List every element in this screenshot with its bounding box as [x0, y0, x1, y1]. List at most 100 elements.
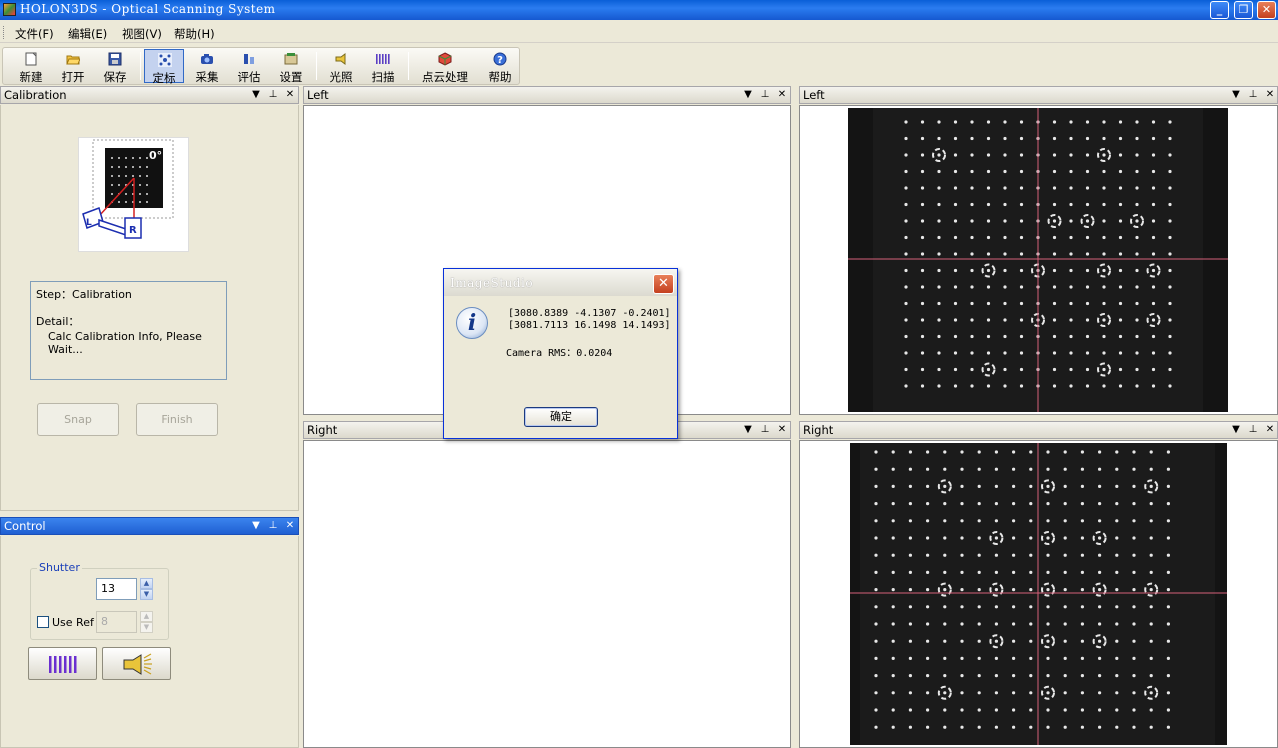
finish-button[interactable]: Finish — [136, 403, 218, 436]
left-top-view-title: Left — [307, 88, 329, 102]
calibration-status-box: Step：Calibration Detail： Calc Calibratio… — [30, 281, 227, 380]
dropdown-icon[interactable]: ▼ — [1230, 87, 1242, 103]
left-bottom-view — [303, 440, 791, 748]
menu-edit[interactable]: 编辑(E) — [68, 26, 107, 42]
help-icon: ? — [493, 52, 507, 66]
control-panel-header: Control ▼ ⊥ ✕ — [0, 517, 299, 535]
dialog-title-bar: ImageStudio ✕ — [444, 269, 677, 296]
use-ref-checkbox[interactable] — [37, 616, 49, 628]
close-icon[interactable]: ✕ — [776, 87, 788, 103]
toolbar-open-button[interactable]: 打开 — [53, 49, 93, 84]
menu-view[interactable]: 视图(V) — [122, 26, 162, 42]
projector-light-icon — [123, 653, 152, 675]
left-camera-label: L — [86, 218, 92, 228]
right-bottom-view-header: Right ▼ ⊥ ✕ — [799, 421, 1278, 439]
settings-icon — [284, 52, 298, 66]
detail-text: Calc Calibration Info, Please Wait... — [48, 330, 202, 356]
control-panel-title: Control — [4, 519, 46, 533]
pin-icon[interactable]: ⊥ — [759, 422, 771, 438]
toolbar-calibration-button[interactable]: 定标 — [144, 49, 184, 85]
toolbar-settings-button[interactable]: 设置 — [271, 49, 311, 84]
app-icon — [3, 3, 16, 16]
pin-icon[interactable]: ⊥ — [1247, 422, 1259, 438]
dialog-line2: [3081.7113 16.1498 14.1493] — [508, 320, 671, 331]
ref-down-icon[interactable]: ▼ — [140, 622, 153, 633]
toolbar-separator — [316, 52, 317, 80]
toolbar-new-button[interactable]: 新建 — [11, 49, 51, 84]
toolbar-label: 打开 — [61, 70, 85, 84]
camera-capture-icon — [200, 52, 214, 66]
toolbar-label: 新建 — [19, 70, 43, 84]
toolbar-light-button[interactable]: 光照 — [321, 49, 361, 84]
dropdown-icon[interactable]: ▼ — [1230, 422, 1242, 438]
right-camera-label: R — [129, 225, 137, 236]
right-top-view-header: Left ▼ ⊥ ✕ — [799, 86, 1278, 104]
toolbar-evaluate-button[interactable]: 评估 — [229, 49, 269, 84]
toolbar-help-button[interactable]: ? 帮助 — [480, 49, 520, 84]
dropdown-icon[interactable]: ▼ — [742, 422, 754, 438]
close-button[interactable]: ✕ — [1257, 1, 1276, 19]
pin-icon[interactable]: ⊥ — [267, 518, 279, 534]
dialog-ok-button[interactable]: 确定 — [524, 407, 598, 427]
detail-label: Detail： — [36, 315, 80, 328]
open-folder-icon — [66, 52, 81, 66]
pin-icon[interactable]: ⊥ — [1247, 87, 1259, 103]
dialog-title: ImageStudio — [450, 276, 534, 290]
toolbar-point-cloud-button[interactable]: 点云处理 — [416, 49, 474, 84]
svg-text:?: ? — [497, 55, 503, 66]
close-icon[interactable]: ✕ — [776, 422, 788, 438]
dropdown-icon[interactable]: ▼ — [742, 87, 754, 103]
dropdown-icon[interactable]: ▼ — [250, 518, 262, 534]
menu-file[interactable]: 文件(F) — [15, 26, 54, 42]
shutter-up-icon[interactable]: ▲ — [140, 578, 153, 589]
toolbar-capture-button[interactable]: 采集 — [187, 49, 227, 84]
shutter-group-label: Shutter — [37, 561, 82, 574]
right-top-view-title: Left — [803, 88, 825, 102]
dialog-close-icon[interactable]: ✕ — [653, 274, 674, 294]
new-file-icon — [24, 52, 38, 66]
toolbar-label: 扫描 — [371, 70, 395, 84]
dropdown-icon[interactable]: ▼ — [250, 87, 262, 103]
point-cloud-icon — [438, 52, 452, 66]
toolbar-label: 光照 — [329, 70, 353, 84]
menu-grip — [3, 26, 6, 39]
pin-icon[interactable]: ⊥ — [267, 87, 279, 103]
light-icon — [334, 52, 348, 66]
calibration-illustration: 0° L R — [78, 137, 189, 252]
close-icon[interactable]: ✕ — [1264, 87, 1276, 103]
menu-help[interactable]: 帮助(H) — [174, 26, 215, 42]
step-label: Step：Calibration — [36, 288, 132, 301]
angle-label: 0° — [149, 149, 162, 162]
menu-bar: 文件(F) 编辑(E) 视图(V) 帮助(H) — [0, 22, 1278, 43]
dialog-rms: Camera RMS：0.0204 — [506, 348, 613, 359]
calibration-panel-header: Calibration ▼ ⊥ ✕ — [0, 86, 299, 104]
toolbar-save-button[interactable]: 保存 — [95, 49, 135, 84]
ref-input[interactable]: 8 — [96, 611, 137, 633]
light-toggle-button[interactable] — [102, 647, 171, 680]
window-title: HOLON3DS - Optical Scanning System — [20, 2, 276, 16]
toolbar-label: 保存 — [103, 70, 127, 84]
toolbar-scan-button[interactable]: 扫描 — [363, 49, 403, 84]
minimize-button[interactable]: _ — [1210, 1, 1229, 19]
restore-button[interactable]: ❐ — [1234, 1, 1253, 19]
title-bar: HOLON3DS - Optical Scanning System _ ❐ ✕ — [0, 0, 1278, 20]
snap-button[interactable]: Snap — [37, 403, 119, 436]
use-ref-label: Use Ref — [52, 616, 94, 629]
left-bottom-view-title: Right — [307, 423, 338, 437]
pin-icon[interactable]: ⊥ — [759, 87, 771, 103]
calibration-board-image — [848, 108, 1228, 412]
close-icon[interactable]: ✕ — [284, 87, 296, 103]
toolbar-label: 采集 — [195, 70, 219, 84]
close-icon[interactable]: ✕ — [1264, 422, 1276, 438]
close-icon[interactable]: ✕ — [284, 518, 296, 534]
imagestudio-dialog: ImageStudio ✕ i [3080.8389 -4.1307 -0.24… — [443, 268, 678, 439]
shutter-down-icon[interactable]: ▼ — [140, 589, 153, 600]
ref-up-icon[interactable]: ▲ — [140, 611, 153, 622]
toolbar-label: 评估 — [237, 70, 261, 84]
shutter-input[interactable]: 13 — [96, 578, 137, 600]
toolbar-label: 设置 — [279, 70, 303, 84]
scan-pattern-button[interactable] — [28, 647, 97, 680]
info-icon: i — [456, 307, 488, 339]
toolbar-label: 定标 — [152, 71, 176, 85]
toolbar-separator — [140, 52, 141, 80]
